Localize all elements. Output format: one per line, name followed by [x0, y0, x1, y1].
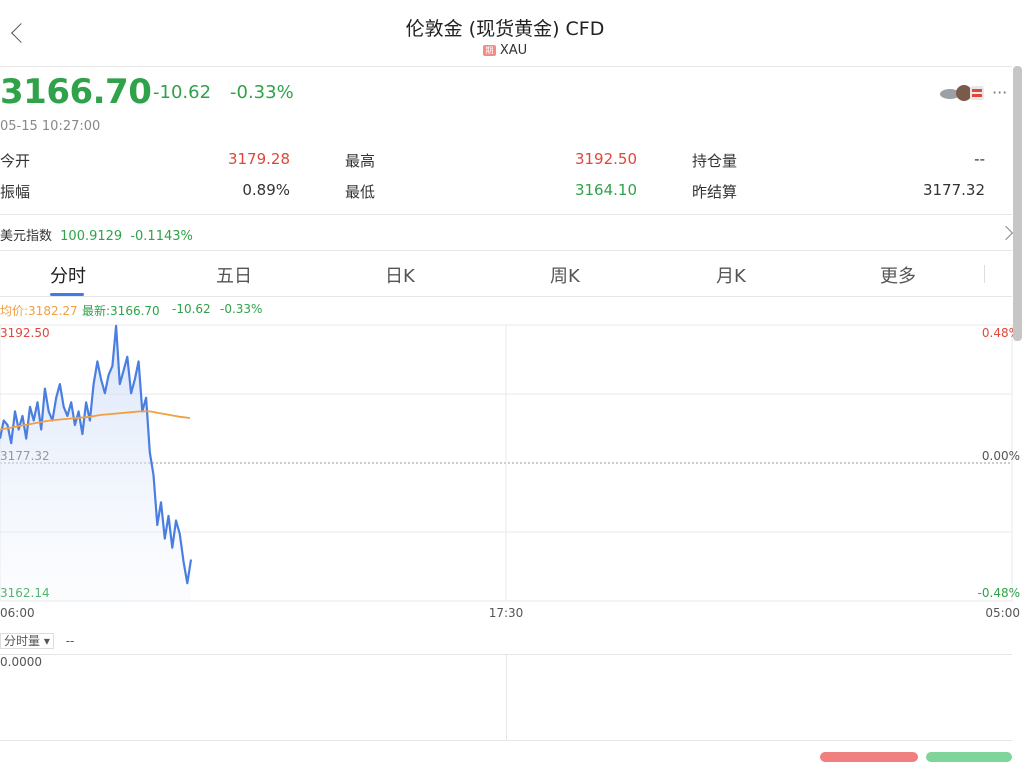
stat-label: 持仓量	[692, 152, 738, 170]
usd-index-change: -0.1143%	[130, 229, 193, 244]
intraday-chart[interactable]: 3192.503177.323162.140.48%0.00%-0.48%06:…	[0, 318, 1024, 648]
volume-label-row[interactable]: 分时量 ▾ --	[0, 632, 74, 649]
symbol-code: XAU	[499, 43, 528, 58]
stat-label: 振幅	[0, 183, 31, 201]
tab-monthly-k[interactable]: 月K	[716, 262, 746, 288]
usd-divider	[0, 250, 1012, 251]
price-change-pct: -0.33%	[230, 82, 294, 103]
tab-5day[interactable]: 五日	[216, 262, 252, 288]
volume-bottom-line	[0, 740, 1012, 741]
stats-divider	[0, 214, 1012, 215]
sell-button[interactable]	[820, 752, 918, 762]
volume-mid-line	[506, 654, 507, 740]
quote-time: 05-15 10:27:00	[0, 119, 101, 134]
legend-pct: -0.33%	[220, 302, 263, 316]
x-tick-label: 05:00	[985, 606, 1020, 620]
x-tick-label: 17:30	[489, 606, 524, 620]
buy-button[interactable]	[926, 752, 1012, 762]
volume-selector[interactable]: 分时量 ▾	[0, 633, 54, 649]
y-right-tick-label: 0.00%	[982, 449, 1020, 463]
futures-badge: 期	[482, 45, 496, 56]
volume-label: 分时量	[4, 634, 41, 648]
scrollbar[interactable]	[1013, 66, 1022, 341]
y-tick-label: 3192.50	[0, 326, 50, 340]
header-divider	[0, 66, 1012, 67]
tab-weekly-k[interactable]: 周K	[550, 262, 580, 288]
usd-index-label: 美元指数	[0, 229, 53, 244]
stat-value: 3177.32	[922, 181, 985, 199]
tab-intraday[interactable]: 分时	[50, 262, 86, 288]
stat-label: 最低	[345, 183, 376, 201]
stat-value: --	[974, 150, 985, 168]
page-title: 伦敦金 (现货黄金) CFD	[405, 18, 605, 40]
legend-latest: 最新:3166.70	[82, 304, 160, 318]
usd-index-value: 100.9129	[60, 229, 123, 244]
x-tick-label: 06:00	[0, 606, 35, 620]
volume-tick: 0.0000	[0, 655, 42, 669]
chevron-right-icon[interactable]	[998, 225, 1014, 241]
volume-value: --	[65, 634, 75, 648]
stat-label: 昨结算	[692, 183, 738, 201]
more-options-icon[interactable]: ···	[992, 83, 1007, 102]
tab-daily-k[interactable]: 日K	[385, 262, 415, 288]
symbol-subtitle: 期 XAU	[0, 43, 1010, 58]
tab-more[interactable]: 更多	[880, 262, 916, 288]
tab-separator	[984, 265, 985, 283]
stat-value: 0.89%	[242, 181, 290, 199]
last-price: 3166.70	[0, 72, 152, 112]
share-icons[interactable]	[940, 84, 988, 106]
legend-change: -10.62	[172, 302, 211, 316]
price-change: -10.62	[153, 82, 212, 103]
legend-avg: 均价:3182.27	[0, 304, 78, 318]
stat-value: 3164.10	[574, 181, 637, 199]
stat-label: 最高	[345, 152, 376, 170]
stat-value: 3179.28	[227, 150, 290, 168]
stat-value: 3192.50	[574, 150, 637, 168]
y-right-tick-label: -0.48%	[978, 586, 1020, 600]
share-avatars-icon[interactable]	[940, 84, 988, 102]
usd-index-row[interactable]: 美元指数 100.9129 -0.1143%	[0, 225, 193, 244]
tabs-divider	[0, 296, 1012, 297]
stat-label: 今开	[0, 152, 31, 170]
